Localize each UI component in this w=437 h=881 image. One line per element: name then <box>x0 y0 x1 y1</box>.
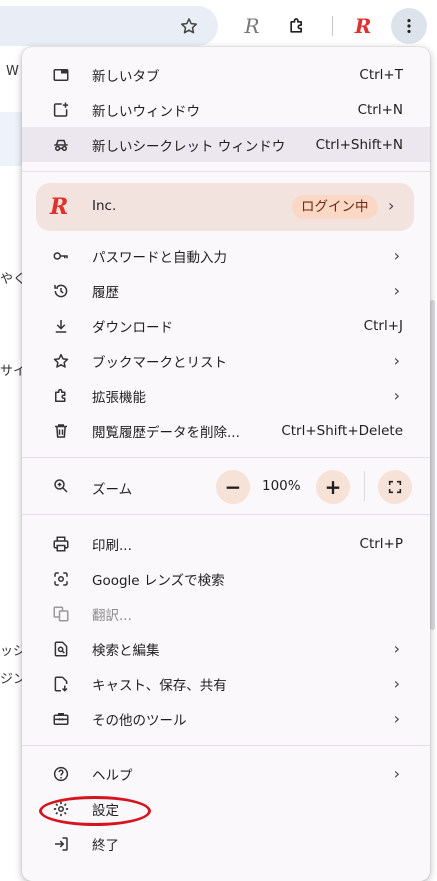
chevron-right-icon: › <box>393 386 400 405</box>
menu-item-label: ブックマークとリスト <box>92 354 227 371</box>
menu-item-shortcut: Ctrl+N <box>357 101 403 118</box>
menu-item-translate: 翻訳... <box>22 596 430 631</box>
menu-item-new-incognito-window[interactable]: 新しいシークレット ウィンドウ Ctrl+Shift+N <box>22 127 430 162</box>
download-icon <box>50 315 72 337</box>
menu-item-shortcut: Ctrl+T <box>359 66 403 83</box>
menu-item-label: 新しいシークレット ウィンドウ <box>92 138 286 155</box>
menu-item-label: 翻訳... <box>92 607 132 624</box>
new-window-icon <box>50 99 72 121</box>
profile-name: Inc. <box>92 198 117 214</box>
profile-logo-icon: R <box>50 194 69 220</box>
chevron-right-icon: › <box>393 764 400 783</box>
menu-divider <box>22 745 430 746</box>
menu-item-shortcut: Ctrl+Shift+N <box>315 136 403 153</box>
r-extension-red-icon[interactable]: R <box>347 10 379 42</box>
bookmark-star-icon[interactable] <box>173 10 205 42</box>
chevron-right-icon: › <box>393 246 400 265</box>
page-scrollbar[interactable] <box>430 300 435 630</box>
trash-icon <box>50 420 72 442</box>
menu-item-label: 閲覧履歴データを削除... <box>92 424 240 441</box>
find-page-icon <box>50 638 72 660</box>
help-icon <box>50 763 72 785</box>
browser-toolbar: R R <box>0 0 437 52</box>
save-share-icon <box>50 673 72 695</box>
chevron-right-icon: › <box>393 709 400 728</box>
zoom-row: ズーム − 100% + <box>22 467 430 505</box>
menu-item-shortcut: Ctrl+Shift+Delete <box>281 422 403 439</box>
key-icon <box>50 245 72 267</box>
menu-item-settings[interactable]: 設定 <box>22 791 430 826</box>
menu-item-shortcut: Ctrl+P <box>359 535 403 552</box>
menu-item-label: 終了 <box>92 837 119 854</box>
menu-item-label: パスワードと自動入力 <box>92 249 227 266</box>
exit-icon <box>50 833 72 855</box>
fullscreen-button[interactable] <box>378 470 412 504</box>
zoom-label: ズーム <box>92 482 133 498</box>
chrome-main-menu: 新しいタブ Ctrl+T 新しいウィンドウ Ctrl+N 新しいシークレット ウ… <box>22 47 430 881</box>
google-lens-icon <box>50 568 72 590</box>
chevron-right-icon: › <box>393 281 400 300</box>
menu-item-find-edit[interactable]: 検索と編集 › <box>22 631 430 666</box>
zoom-in-button[interactable]: + <box>316 470 350 504</box>
new-tab-icon <box>50 64 72 86</box>
fullscreen-icon <box>388 480 402 494</box>
incognito-icon <box>50 134 72 156</box>
chevron-right-icon: › <box>393 674 400 693</box>
menu-item-label: 設定 <box>92 802 119 819</box>
menu-item-google-lens[interactable]: Google レンズで検索 <box>22 561 430 596</box>
menu-item-new-tab[interactable]: 新しいタブ Ctrl+T <box>22 57 430 92</box>
zoom-level-value: 100% <box>262 478 301 494</box>
bg-highlight-fragment <box>0 112 22 166</box>
menu-item-clear-browsing-data[interactable]: 閲覧履歴データを削除... Ctrl+Shift+Delete <box>22 413 430 448</box>
menu-item-extensions[interactable]: 拡張機能 › <box>22 378 430 413</box>
menu-divider <box>22 171 430 172</box>
bg-text-1: W <box>6 64 19 79</box>
toolbox-icon <box>50 708 72 730</box>
menu-item-label: 拡張機能 <box>92 389 146 406</box>
puzzle-icon <box>50 385 72 407</box>
toolbar-separator <box>332 16 333 36</box>
menu-item-label: ヘルプ <box>92 767 133 784</box>
zoom-separator <box>364 471 365 501</box>
menu-item-label: 新しいウィンドウ <box>92 103 200 120</box>
menu-item-new-window[interactable]: 新しいウィンドウ Ctrl+N <box>22 92 430 127</box>
profile-row[interactable]: R Inc. ログイン中 › <box>36 183 414 231</box>
menu-item-label: 新しいタブ <box>92 68 160 85</box>
menu-divider <box>22 457 430 458</box>
chrome-menu-kebab-icon[interactable] <box>391 8 427 44</box>
menu-item-history[interactable]: 履歴 › <box>22 273 430 308</box>
translate-icon <box>50 603 72 625</box>
menu-item-shortcut: Ctrl+J <box>363 317 403 334</box>
menu-item-label: 履歴 <box>92 284 119 301</box>
star-icon <box>50 350 72 372</box>
r-extension-gray-icon[interactable]: R <box>236 10 268 42</box>
chevron-right-icon: › <box>393 639 400 658</box>
gear-icon <box>50 798 72 820</box>
menu-item-label: 印刷... <box>92 537 132 554</box>
menu-item-more-tools[interactable]: その他のツール › <box>22 701 430 736</box>
menu-item-exit[interactable]: 終了 <box>22 826 430 861</box>
chevron-right-icon: › <box>388 196 395 215</box>
menu-item-label: Google レンズで検索 <box>92 572 225 589</box>
menu-divider <box>22 514 430 515</box>
zoom-magnifier-icon <box>50 475 72 497</box>
menu-item-help[interactable]: ヘルプ › <box>22 756 430 791</box>
menu-item-bookmarks-lists[interactable]: ブックマークとリスト › <box>22 343 430 378</box>
menu-item-label: 検索と編集 <box>92 642 160 659</box>
history-icon <box>50 280 72 302</box>
menu-item-passwords-autofill[interactable]: パスワードと自動入力 › <box>22 238 430 273</box>
menu-item-downloads[interactable]: ダウンロード Ctrl+J <box>22 308 430 343</box>
menu-item-print[interactable]: 印刷... Ctrl+P <box>22 526 430 561</box>
menu-item-label: ダウンロード <box>92 319 173 336</box>
printer-icon <box>50 533 72 555</box>
menu-item-label: キャスト、保存、共有 <box>92 677 227 694</box>
menu-item-cast-save-share[interactable]: キャスト、保存、共有 › <box>22 666 430 701</box>
zoom-out-button[interactable]: − <box>216 470 250 504</box>
chevron-right-icon: › <box>393 351 400 370</box>
menu-item-label: その他のツール <box>92 712 187 729</box>
extensions-puzzle-icon[interactable] <box>281 10 313 42</box>
signed-in-badge: ログイン中 <box>292 195 378 219</box>
